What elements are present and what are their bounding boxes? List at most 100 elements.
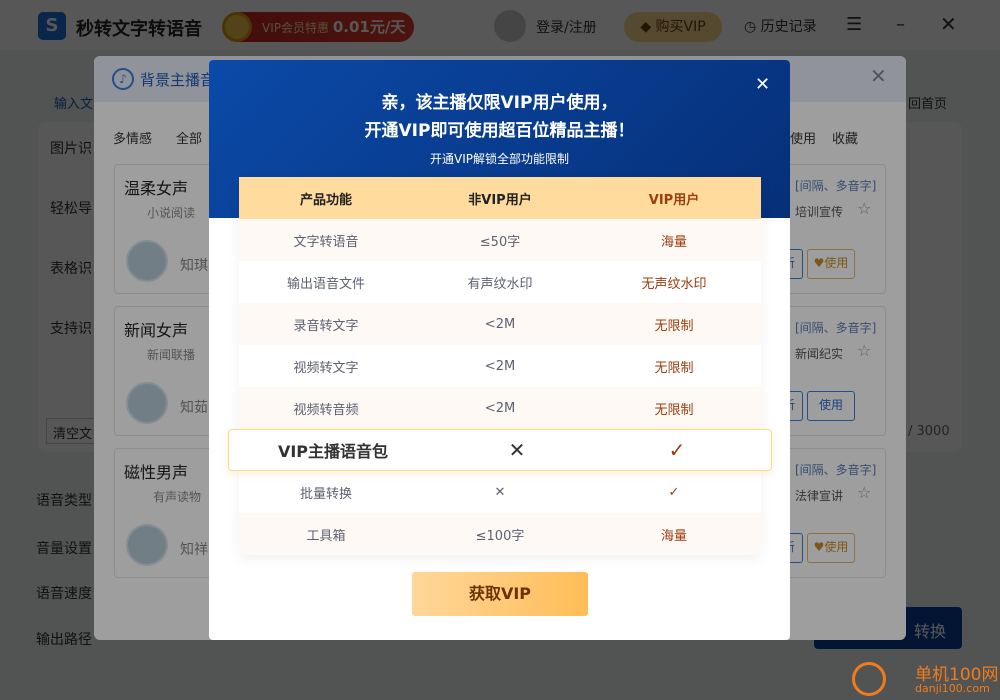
avatar [126,524,168,566]
header-vip: VIP用户 [648,192,700,208]
promo-price: 0.01元/天 [332,18,406,36]
cell: 海量 [660,234,687,250]
dialog-title: 背景主播音 [140,71,216,89]
voice-name: 温柔女声 [124,179,189,198]
feature-1: 图片识 [50,141,92,157]
avatar [126,240,168,282]
diamond-icon: ♥ [813,540,825,554]
cell: 海量 [660,528,687,544]
menu-icon[interactable]: ☰ [846,14,862,35]
cell: 无声纹水印 [641,276,707,292]
history-label: 历史记录 [760,19,817,35]
cell: <2M [484,358,516,374]
buy-vip-button[interactable]: ◆ 购买VIP [624,12,722,42]
diamond-icon: ♥ [813,256,825,270]
voice-scene: 培训宣传 [795,205,844,219]
feature-4: 支持识 [50,321,92,337]
filter-used[interactable]: 使用 [790,128,816,147]
cell: 输出语音文件 [286,276,365,292]
watermark-url: danji100.com [915,682,990,695]
setting-output-path: 输出路径 [36,632,92,648]
cell: 视频转文字 [293,360,359,376]
check-icon: ✓ [668,438,686,462]
table-row: 视频转音频 <2M 无限制 [239,387,761,429]
speaker-name: 知祥 [180,542,208,558]
table-row: 文字转语音 ≤50字 海量 [239,219,761,261]
voice-name: 新闻女声 [124,321,189,340]
cell: 无限制 [654,402,694,418]
header-non-vip: 非VIP用户 [468,192,532,208]
app-header: S 秒转文字转语音 VIP会员特惠 0.01元/天 登录/注册 ◆ 购买VIP … [0,0,1000,50]
get-vip-button[interactable]: 获取VIP [412,572,588,616]
close-icon[interactable]: ✕ [940,12,957,36]
table-row: 视频转文字 <2M 无限制 [239,345,761,387]
setting-speed: 语音速度 [36,586,92,602]
cell: ≤100字 [475,528,525,544]
table-row: 输出语音文件 有声纹水印 无声纹水印 [239,261,761,303]
table-row: 录音转文字 <2M 无限制 [239,303,761,345]
use-vip-button[interactable]: ♥使用 [807,249,855,279]
login-button[interactable]: 登录/注册 [536,17,597,37]
filter-emotion[interactable]: 多情感 [113,128,152,147]
char-counter: / 3000 [908,424,950,439]
voice-name: 磁性男声 [124,463,189,482]
modal-title-line1: 亲，该主播仅限VIP用户使用， [381,93,618,113]
vip-modal: ✕ 亲，该主播仅限VIP用户使用， 开通VIP即可使用超百位精品主播！ 开通VI… [209,60,790,640]
cell: 无限制 [654,318,694,334]
cell: <2M [484,316,516,332]
history-button[interactable]: ◷ 历史记录 [744,16,817,36]
app-logo-icon: S [38,12,66,40]
cell: ≤50字 [479,234,521,250]
filter-all[interactable]: 全部 [176,128,202,147]
cell: 批量转换 [299,486,352,502]
cell: <2M [484,400,516,416]
minimize-icon[interactable]: – [896,14,905,35]
voice-scene: 新闻纪实 [795,347,844,361]
speaker-name: 知琪 [180,258,208,274]
convert-label: 转换 [914,622,947,641]
vip-promo-banner[interactable]: VIP会员特惠 0.01元/天 [224,12,414,42]
header-feature: 产品功能 [299,192,352,208]
coin-icon [222,12,252,42]
star-icon[interactable]: ☆ [857,483,871,502]
modal-subtitle: 开通VIP解锁全部功能限制 [430,152,569,166]
filter-favorites[interactable]: 收藏 [832,128,858,147]
voice-tag: [间隔、多音字] [795,321,877,335]
music-note-icon: ♪ [112,68,134,90]
use-vip-button[interactable]: ♥使用 [807,533,855,563]
highlight-feature: VIP主播语音包 [277,442,389,461]
voice-category: 小说阅读 [147,206,196,220]
avatar [126,382,168,424]
dialog-close-icon[interactable]: ✕ [870,64,887,88]
voice-scene: 法律宣讲 [795,489,844,503]
modal-title-line2: 开通VIP即可使用超百位精品主播！ [364,121,635,141]
table-header: 产品功能 非VIP用户 VIP用户 [239,177,761,219]
cell: 工具箱 [306,528,346,544]
voice-category: 有声读物 [153,490,202,504]
speaker-name: 知茹 [180,400,208,416]
star-icon[interactable]: ☆ [857,199,871,218]
voice-tag: [间隔、多音字] [795,463,877,477]
promo-text: VIP会员特惠 [262,21,329,35]
voice-tag: [间隔、多音字] [795,179,877,193]
clock-icon: ◷ [744,19,761,35]
cell: 文字转语音 [293,234,359,250]
setting-voice-type: 语音类型 [36,493,92,509]
user-avatar[interactable] [494,10,526,42]
star-icon[interactable]: ☆ [857,341,871,360]
tab-input-text[interactable]: 输入文 [54,93,93,112]
app-title: 秒转文字转语音 [76,19,202,40]
use-button[interactable]: 使用 [807,391,855,421]
feature-3: 表格识 [50,261,92,277]
cell: 有声纹水印 [467,276,533,292]
cell: 视频转音频 [293,402,359,418]
table-row: 工具箱 ≤100字 海量 [239,513,761,555]
setting-volume: 音量设置 [36,541,92,557]
check-icon: ✓ [668,484,680,500]
table-row: 批量转换 ✕ ✓ [239,471,761,513]
use-label: 使用 [824,256,849,270]
back-home-link[interactable]: 回首页 [908,93,947,112]
cell: 无限制 [654,360,694,376]
cell: 录音转文字 [293,318,359,334]
use-label: 使用 [824,540,849,554]
